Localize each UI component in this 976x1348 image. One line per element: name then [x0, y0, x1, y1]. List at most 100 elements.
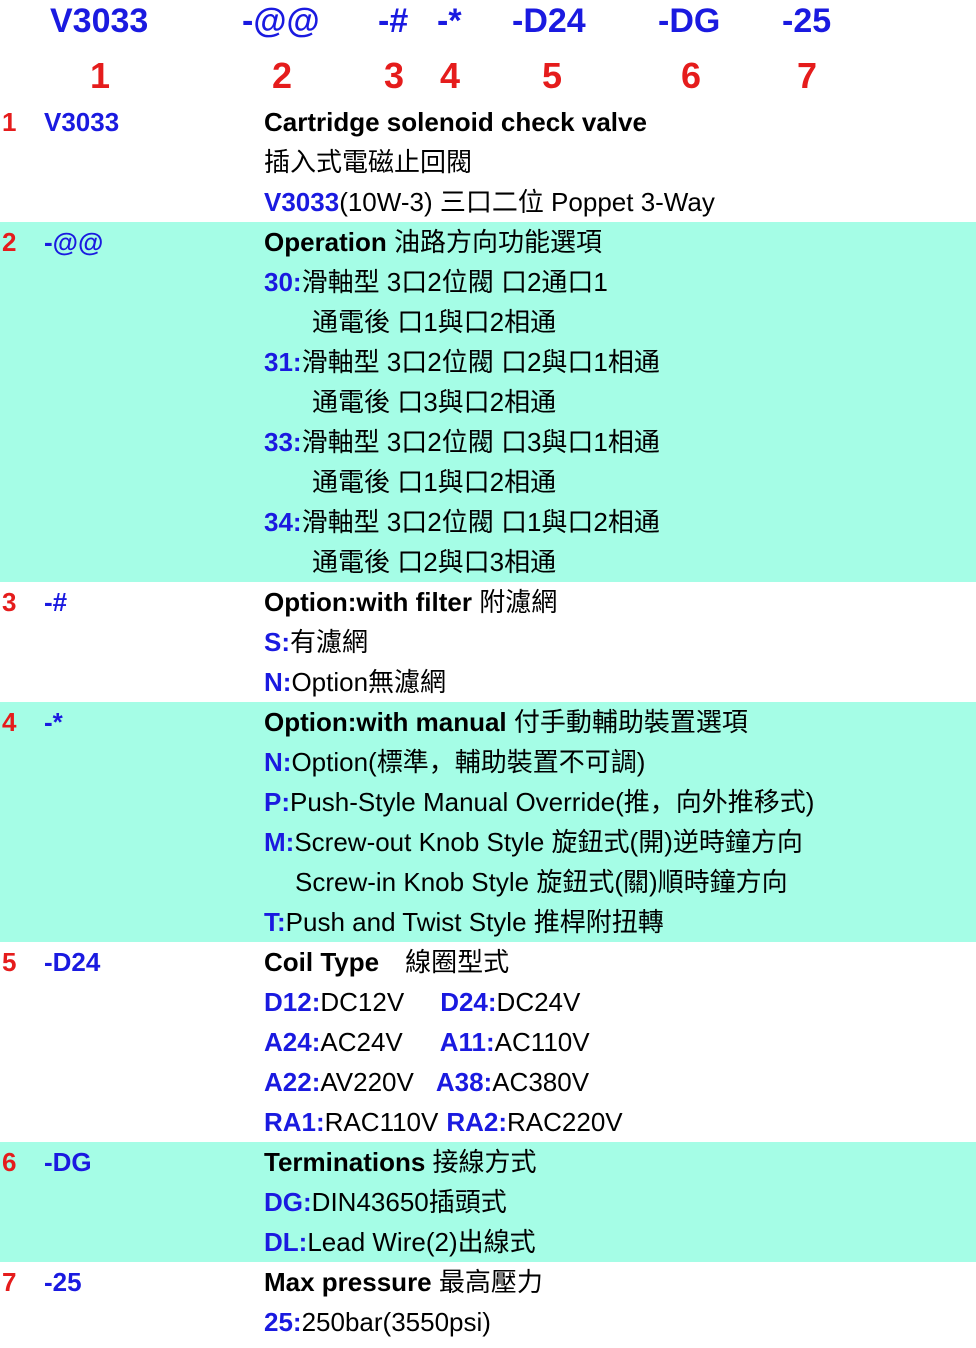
section-2-operation: 2 -@@ Operation 油路方向功能選項 30:滑軸型 3口2位閥 口2… — [0, 222, 976, 582]
section-number: 3 — [2, 587, 17, 617]
section-code: V3033 — [44, 107, 120, 137]
code-number-1: 1 — [90, 55, 111, 96]
coil-value: RAC220V — [507, 1107, 623, 1137]
option-dl: DL:Lead Wire(2)出線式 — [0, 1222, 976, 1262]
option-key: 30: — [264, 267, 302, 297]
option-key: P: — [264, 787, 290, 817]
option-n: N:Option無濾網 — [0, 662, 976, 702]
option-desc: Option無濾網 — [291, 667, 447, 697]
option-key: DG: — [264, 1187, 312, 1217]
section-subtitle-cn: 插入式電磁止回閥 — [264, 147, 473, 177]
option-desc: Option(標準，輔助裝置不可調) — [291, 747, 646, 777]
title-en: Option:with filter — [264, 587, 480, 617]
section-title: Max pressure 最高壓力 — [0, 1262, 976, 1302]
model-key: V3033 — [264, 187, 340, 217]
section-number: 6 — [2, 1147, 17, 1177]
section-6-terminations: 6 -DG Terminations 接線方式 DG:DIN43650插頭式 D… — [0, 1142, 976, 1262]
code-part-1: V3033 — [50, 2, 149, 40]
option-m-screw-in: Screw-in Knob Style 旋鈕式(關)順時鐘方向 — [295, 867, 788, 897]
section-4-manual: 4 -* Option:with manual 付手動輔助裝置選項 N:Opti… — [0, 702, 976, 942]
option-desc: 滑軸型 3口2位閥 口1與口2相通 — [301, 507, 660, 537]
section-code: -* — [44, 707, 63, 737]
option-s: S:有濾網 — [0, 622, 976, 662]
option-key: N: — [264, 747, 292, 777]
code-number-6: 6 — [681, 55, 702, 96]
option-desc: Push and Twist Style 推桿附扭轉 — [285, 907, 664, 937]
coil-row-4: RA1:RAC110V RA2:RAC220V — [0, 1102, 976, 1142]
option-33-energized: 通電後 口1與口2相通 — [312, 467, 557, 497]
option-key: DL: — [264, 1227, 308, 1257]
model-code-header: V3033 -@@ -# -* -D24 -DG -25 1 2 3 4 5 6… — [0, 0, 976, 102]
option-p: P:Push-Style Manual Override(推，向外推移式) — [0, 782, 976, 822]
option-33: 33:滑軸型 3口2位閥 口3與口1相通 — [0, 422, 976, 462]
option-key: M: — [264, 827, 295, 857]
option-34: 34:滑軸型 3口2位閥 口1與口2相通 — [0, 502, 976, 542]
section-5-coil: 5 -D24 Coil Type 線圈型式 D12:DC12V D24:DC24V … — [0, 942, 976, 1142]
title-cn: 線圈型式 — [405, 947, 510, 977]
coil-value: AC380V — [492, 1067, 590, 1097]
coil-row-1: D12:DC12V D24:DC24V — [0, 982, 976, 1022]
code-number-2: 2 — [272, 55, 293, 96]
title-en: Coil Type — [264, 947, 380, 977]
option-desc: 有濾網 — [290, 627, 369, 657]
section-title: Option:with filter 附濾網 — [0, 582, 976, 622]
section-title: Operation 油路方向功能選項 — [0, 222, 976, 262]
option-dg: DG:DIN43650插頭式 — [0, 1182, 976, 1222]
code-number-7: 7 — [797, 55, 818, 96]
section-number: 1 — [2, 107, 17, 137]
section-number: 7 — [2, 1267, 17, 1297]
section-number: 2 — [2, 227, 17, 257]
code-number-3: 3 — [384, 55, 405, 96]
option-desc: DIN43650插頭式 — [311, 1187, 507, 1217]
section-code: -# — [44, 587, 68, 617]
section-number: 5 — [2, 947, 17, 977]
option-desc: Push-Style Manual Override(推，向外推移式) — [290, 787, 815, 817]
section-code: -DG — [44, 1147, 92, 1177]
section-title: Option:with manual 付手動輔助裝置選項 — [0, 702, 976, 742]
option-t: T:Push and Twist Style 推桿附扭轉 — [0, 902, 976, 942]
title-cn: 接線方式 — [432, 1147, 537, 1177]
title-cn: 付手動輔助裝置選項 — [513, 707, 748, 737]
option-key: T: — [264, 907, 286, 937]
section-7-pressure: 7 -25 Max pressure 最高壓力 25:250bar(3550ps… — [0, 1262, 976, 1342]
model-description: V3033(10W-3) 三口二位 Poppet 3-Way — [0, 182, 976, 222]
code-part-3: -# — [378, 2, 409, 40]
code-numbers-row: 1 2 3 4 5 6 7 — [0, 50, 976, 102]
option-desc: 滑軸型 3口2位閥 口2與口1相通 — [301, 347, 660, 377]
option-34-energized: 通電後 口2與口3相通 — [312, 547, 557, 577]
coil-row-2: A24:AC24V A11:AC110V — [0, 1022, 976, 1062]
coil-value: DC12V — [320, 987, 405, 1017]
coil-key: A22: — [264, 1067, 321, 1097]
code-part-2: -@@ — [242, 2, 320, 40]
coil-value: AV220V — [320, 1067, 414, 1097]
section-3-filter: 3 -# Option:with filter 附濾網 S:有濾網 N:Opti… — [0, 582, 976, 702]
coil-value: AC24V — [320, 1027, 403, 1057]
section-title: Terminations 接線方式 — [0, 1142, 976, 1182]
option-desc: 250bar(3550psi) — [301, 1307, 491, 1337]
coil-key: D12: — [264, 987, 321, 1017]
code-part-6: -DG — [658, 2, 721, 40]
coil-key: A11: — [439, 1027, 495, 1057]
section-code: -D24 — [44, 947, 101, 977]
code-part-7: -25 — [782, 2, 832, 40]
coil-key: RA1: — [264, 1107, 325, 1137]
title-en: Terminations — [264, 1147, 433, 1177]
coil-row-3: A22:AV220V A38:AC380V — [0, 1062, 976, 1102]
option-25: 25:250bar(3550psi) — [0, 1302, 976, 1342]
title-cn: 附濾網 — [479, 587, 558, 617]
code-number-4: 4 — [440, 55, 461, 96]
option-desc: 滑軸型 3口2位閥 口2通口1 — [301, 267, 608, 297]
code-number-5: 5 — [542, 55, 563, 96]
option-key: N: — [264, 667, 292, 697]
coil-value: DC24V — [496, 987, 581, 1017]
option-key: S: — [264, 627, 290, 657]
section-code: -@@ — [44, 227, 104, 257]
coil-key: A38: — [435, 1067, 493, 1097]
section-number: 4 — [2, 707, 17, 737]
option-desc: Screw-out Knob Style 旋鈕式(開)逆時鐘方向 — [294, 827, 803, 857]
code-part-5: -D24 — [512, 2, 586, 40]
section-code: -25 — [44, 1267, 82, 1297]
option-desc: Lead Wire(2)出線式 — [307, 1227, 536, 1257]
model-desc: (10W-3) 三口二位 Poppet 3-Way — [339, 187, 715, 217]
option-key: 31: — [264, 347, 302, 377]
